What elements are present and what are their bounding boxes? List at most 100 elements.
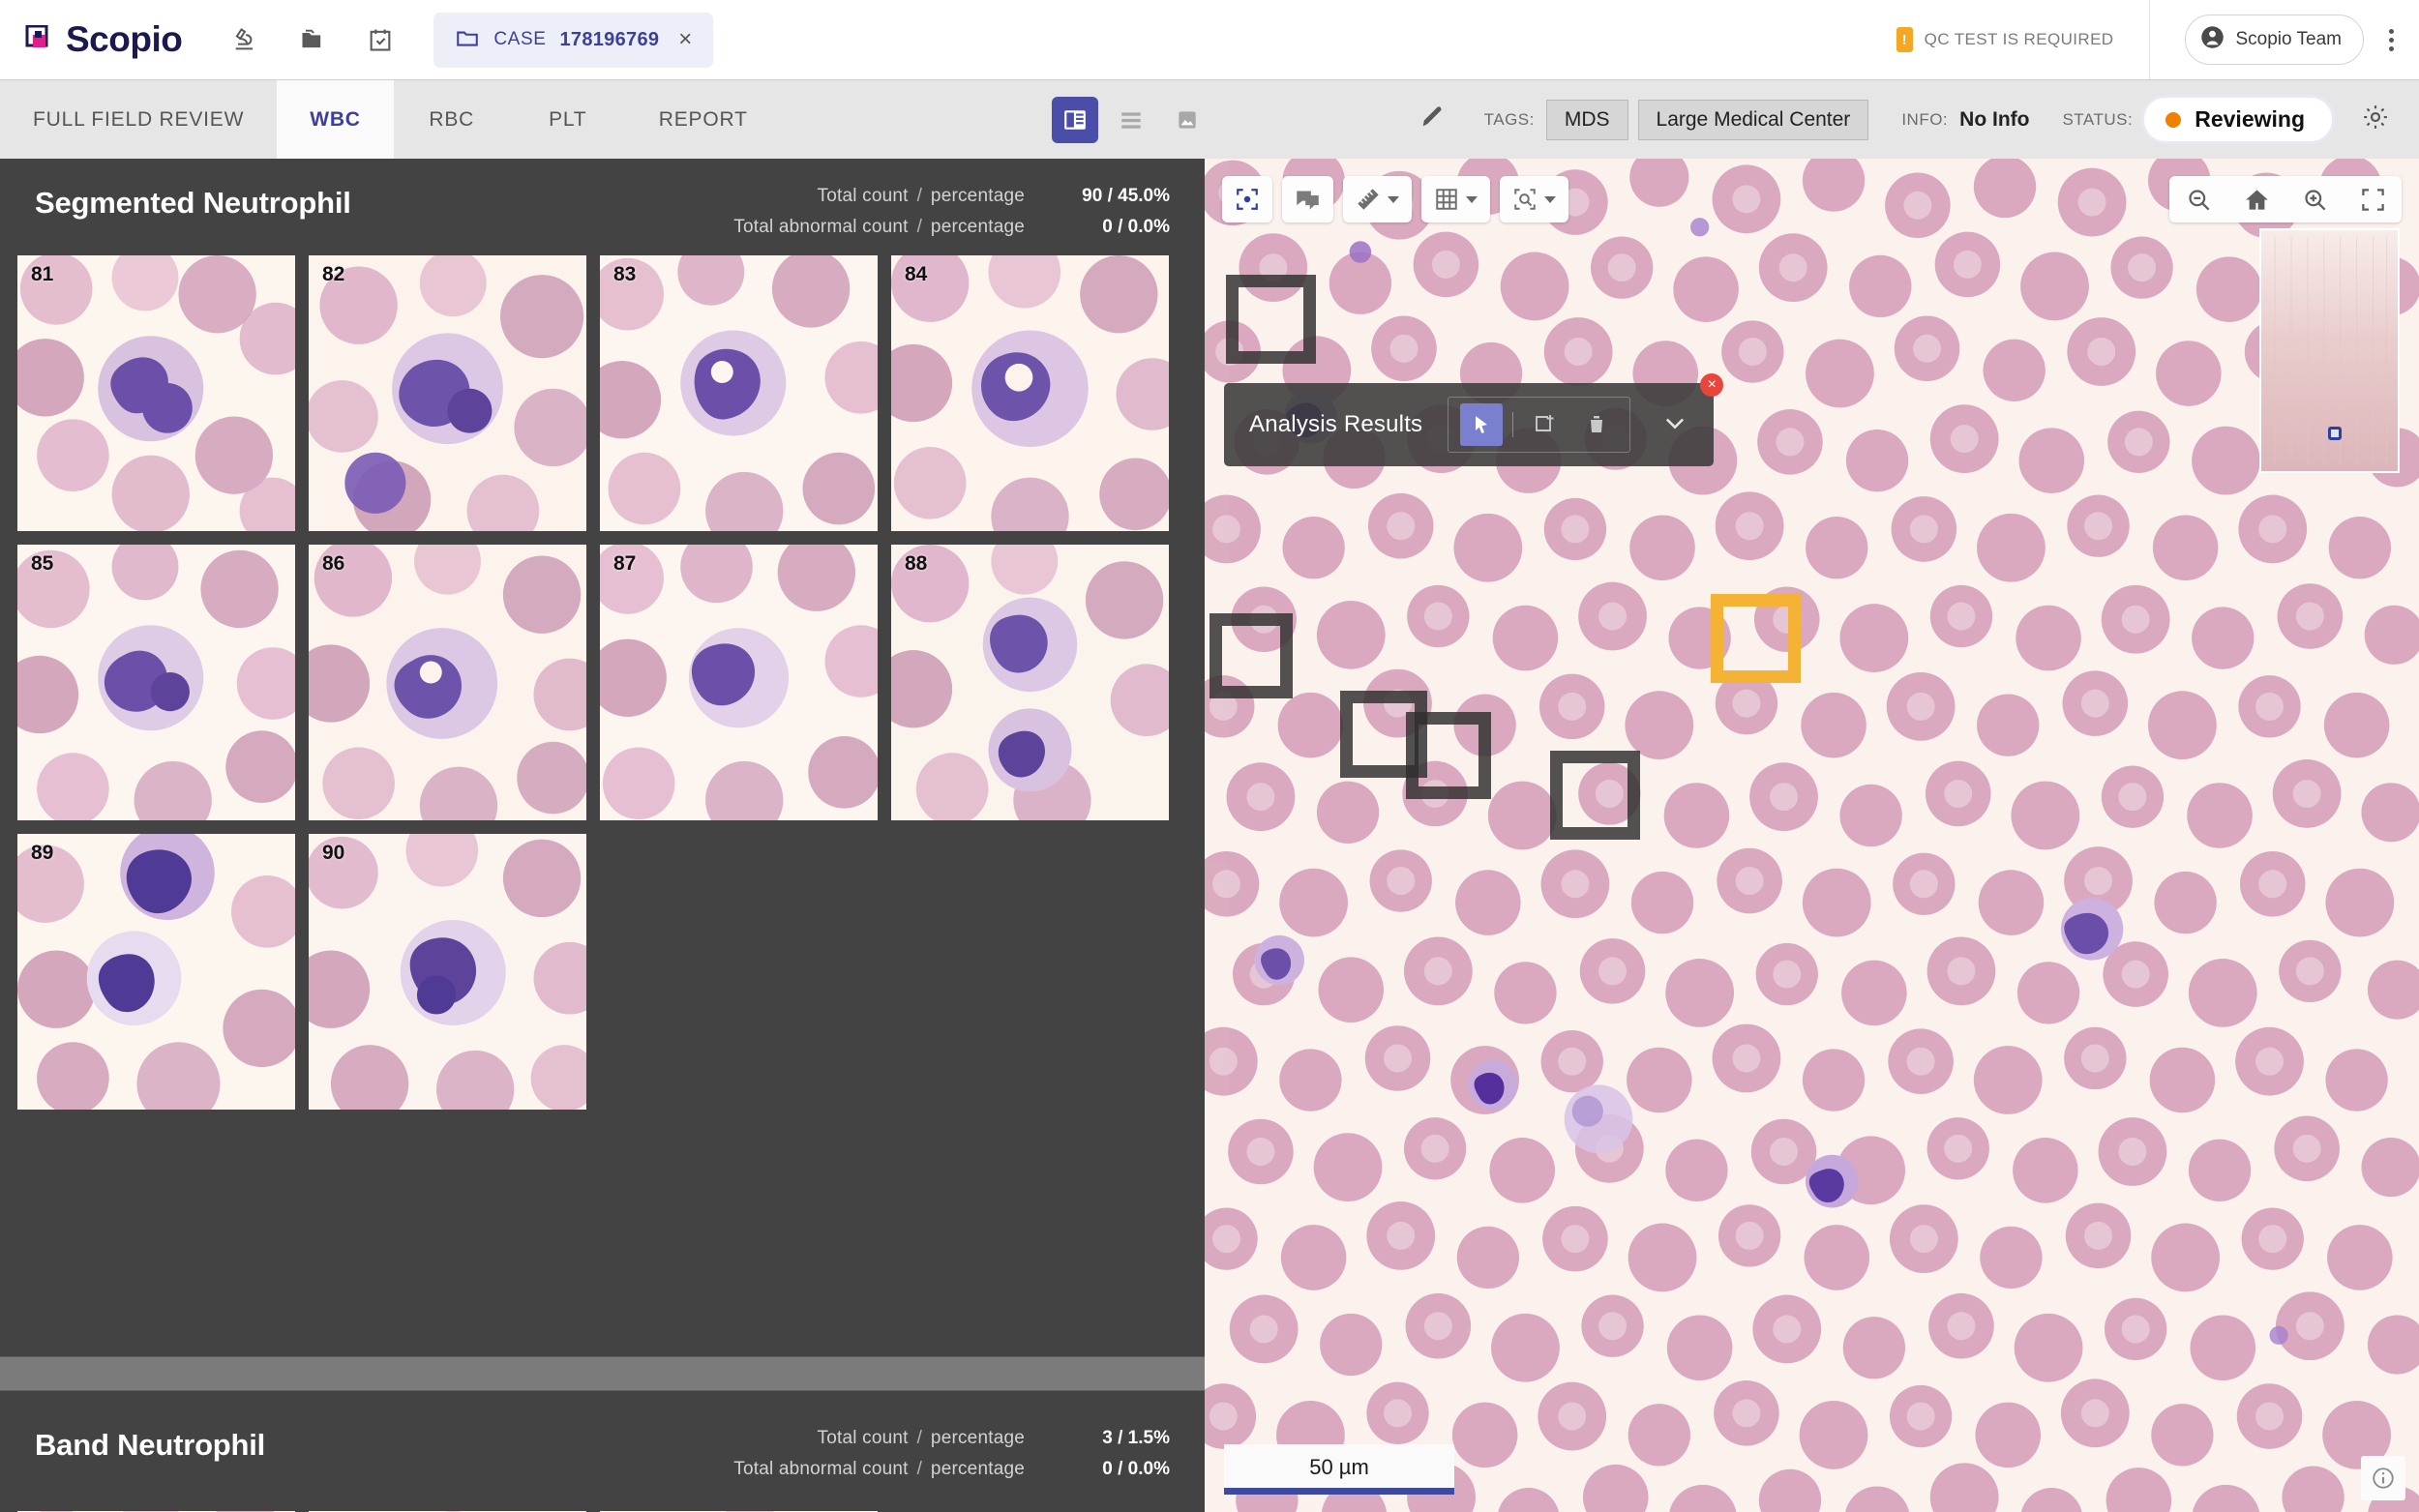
avatar-icon xyxy=(2199,24,2225,55)
cell-thumbnail[interactable]: 84 xyxy=(891,255,1169,531)
list-view-icon[interactable] xyxy=(1108,97,1154,143)
analysis-tabs: FULL FIELD REVIEW WBC RBC PLT REPORT xyxy=(0,80,781,159)
group-scroll-divider[interactable] xyxy=(0,1356,1205,1391)
slide-viewer[interactable]: × Analysis Results 50 µm xyxy=(1205,159,2419,1512)
user-menu[interactable]: Scopio Team xyxy=(2185,15,2365,65)
cell-number: 86 xyxy=(322,552,344,576)
stat-separator: / xyxy=(917,217,922,238)
stat-label: Total count xyxy=(818,186,909,207)
viewer-tools-right xyxy=(2169,176,2402,222)
stat-label-2: percentage xyxy=(931,1459,1025,1480)
cell-number: 85 xyxy=(31,552,53,576)
app-header: Scopio CASE 178196769 × ! QC TEST IS REQ… xyxy=(0,0,2419,79)
stat-abnormal-count: Total abnormal count / percentage 0 / 0.… xyxy=(733,217,1170,238)
tab-full-field-review[interactable]: FULL FIELD REVIEW xyxy=(0,80,277,159)
cell-thumbnail[interactable]: 87 xyxy=(600,545,878,820)
gear-icon[interactable] xyxy=(2361,103,2390,136)
zoom-in-icon[interactable] xyxy=(2285,176,2344,222)
cell-number: 88 xyxy=(905,552,927,576)
status-badge[interactable]: Reviewing xyxy=(2144,98,2332,141)
stat-separator: / xyxy=(917,1459,922,1480)
folder-icon[interactable] xyxy=(298,25,327,54)
group-title: Segmented Neutrophil xyxy=(35,186,351,221)
stat-label-2: percentage xyxy=(931,186,1025,207)
pencil-icon[interactable] xyxy=(1419,104,1446,135)
cell-number: 82 xyxy=(322,263,344,286)
chevron-down-icon[interactable] xyxy=(1656,409,1694,441)
microscope-icon[interactable] xyxy=(230,25,259,54)
add-region-icon[interactable] xyxy=(1523,403,1566,446)
viewer-tools-left xyxy=(1222,176,1568,222)
close-icon[interactable]: × xyxy=(678,28,692,51)
chevron-down-icon[interactable] xyxy=(1466,196,1478,203)
ruler-icon[interactable] xyxy=(1343,176,1412,222)
calendar-check-icon[interactable] xyxy=(366,25,395,54)
home-icon[interactable] xyxy=(2227,176,2285,222)
slide-minimap[interactable] xyxy=(2259,228,2400,473)
cell-thumbnail[interactable]: 86 xyxy=(309,545,586,820)
roi-box[interactable] xyxy=(1406,712,1491,799)
cell-number: 81 xyxy=(31,263,53,286)
fullscreen-icon[interactable] xyxy=(2344,176,2402,222)
info-label: INFO: xyxy=(1901,110,1948,130)
image-view-icon[interactable] xyxy=(1164,97,1210,143)
cell-thumbnail[interactable]: 81 xyxy=(17,255,295,531)
grid-icon[interactable] xyxy=(1421,176,1490,222)
stat-separator: / xyxy=(917,186,922,207)
warning-icon: ! xyxy=(1896,27,1913,52)
info-value: No Info xyxy=(1959,108,2029,132)
tab-report[interactable]: REPORT xyxy=(626,80,781,159)
scopio-logo-icon xyxy=(25,25,54,54)
case-tab-label: CASE xyxy=(493,29,546,50)
magnify-region-icon[interactable] xyxy=(1500,176,1568,222)
cell-thumbnail[interactable]: 89 xyxy=(17,834,295,1110)
zoom-out-icon[interactable] xyxy=(2169,176,2227,222)
header-right: ! QC TEST IS REQUIRED Scopio Team xyxy=(1896,0,2419,79)
stat-label-2: percentage xyxy=(931,217,1025,238)
more-options-icon[interactable] xyxy=(2389,29,2419,51)
cell-number: 89 xyxy=(31,842,53,865)
stat-label: Total count xyxy=(818,1428,909,1449)
analysis-panel-tools xyxy=(1448,397,1630,453)
roi-box[interactable] xyxy=(1550,751,1640,840)
brand-name: Scopio xyxy=(66,19,182,60)
roi-box[interactable] xyxy=(1210,613,1293,698)
tag-chip-mds[interactable]: MDS xyxy=(1546,100,1628,140)
blood-smear-image xyxy=(1205,159,2419,1512)
cursor-select-icon[interactable] xyxy=(1460,403,1503,446)
tab-wbc[interactable]: WBC xyxy=(277,80,394,159)
cell-number: 83 xyxy=(613,263,636,286)
status-text: Reviewing xyxy=(2195,106,2305,133)
chevron-down-icon[interactable] xyxy=(1388,196,1399,203)
roi-box-selected[interactable] xyxy=(1711,594,1801,683)
stat-value: 90 / 45.0% xyxy=(1025,186,1170,207)
toolbar-right: TAGS: MDS Large Medical Center INFO: No … xyxy=(1419,80,2419,159)
analysis-results-panel: × Analysis Results xyxy=(1224,383,1714,466)
delete-icon[interactable] xyxy=(1575,403,1618,446)
cell-thumbnail[interactable]: 85 xyxy=(17,545,295,820)
brand-logo[interactable]: Scopio xyxy=(0,19,221,60)
case-tab-number: 178196769 xyxy=(559,29,659,51)
cell-thumbnail[interactable]: 83 xyxy=(600,255,878,531)
focus-target-icon[interactable] xyxy=(1222,176,1272,222)
chevron-down-icon[interactable] xyxy=(1544,196,1556,203)
comment-icon[interactable] xyxy=(1282,176,1333,222)
tags-label: TAGS: xyxy=(1484,110,1535,130)
cell-thumbnail[interactable]: 88 xyxy=(891,545,1169,820)
tab-plt[interactable]: PLT xyxy=(510,80,626,159)
roi-box[interactable] xyxy=(1226,275,1316,364)
stat-label: Total abnormal count xyxy=(733,1459,908,1480)
split-view-icon[interactable] xyxy=(1052,97,1098,143)
case-toolbar: FULL FIELD REVIEW WBC RBC PLT REPORT TAG… xyxy=(0,79,2419,159)
group-stats: Total count / percentage 90 / 45.0% Tota… xyxy=(733,186,1170,238)
analysis-panel-title: Analysis Results xyxy=(1249,411,1422,438)
qc-warning: ! QC TEST IS REQUIRED xyxy=(1896,27,2149,52)
minimap-viewport-indicator[interactable] xyxy=(2328,427,2342,440)
cell-thumbnail[interactable]: 90 xyxy=(309,834,586,1110)
tool-separator xyxy=(1512,412,1513,437)
tag-chip-center[interactable]: Large Medical Center xyxy=(1638,100,1869,140)
cell-thumbnail[interactable]: 82 xyxy=(309,255,586,531)
info-icon[interactable] xyxy=(2361,1456,2405,1500)
case-tab[interactable]: CASE 178196769 × xyxy=(433,13,713,68)
tab-rbc[interactable]: RBC xyxy=(394,80,510,159)
